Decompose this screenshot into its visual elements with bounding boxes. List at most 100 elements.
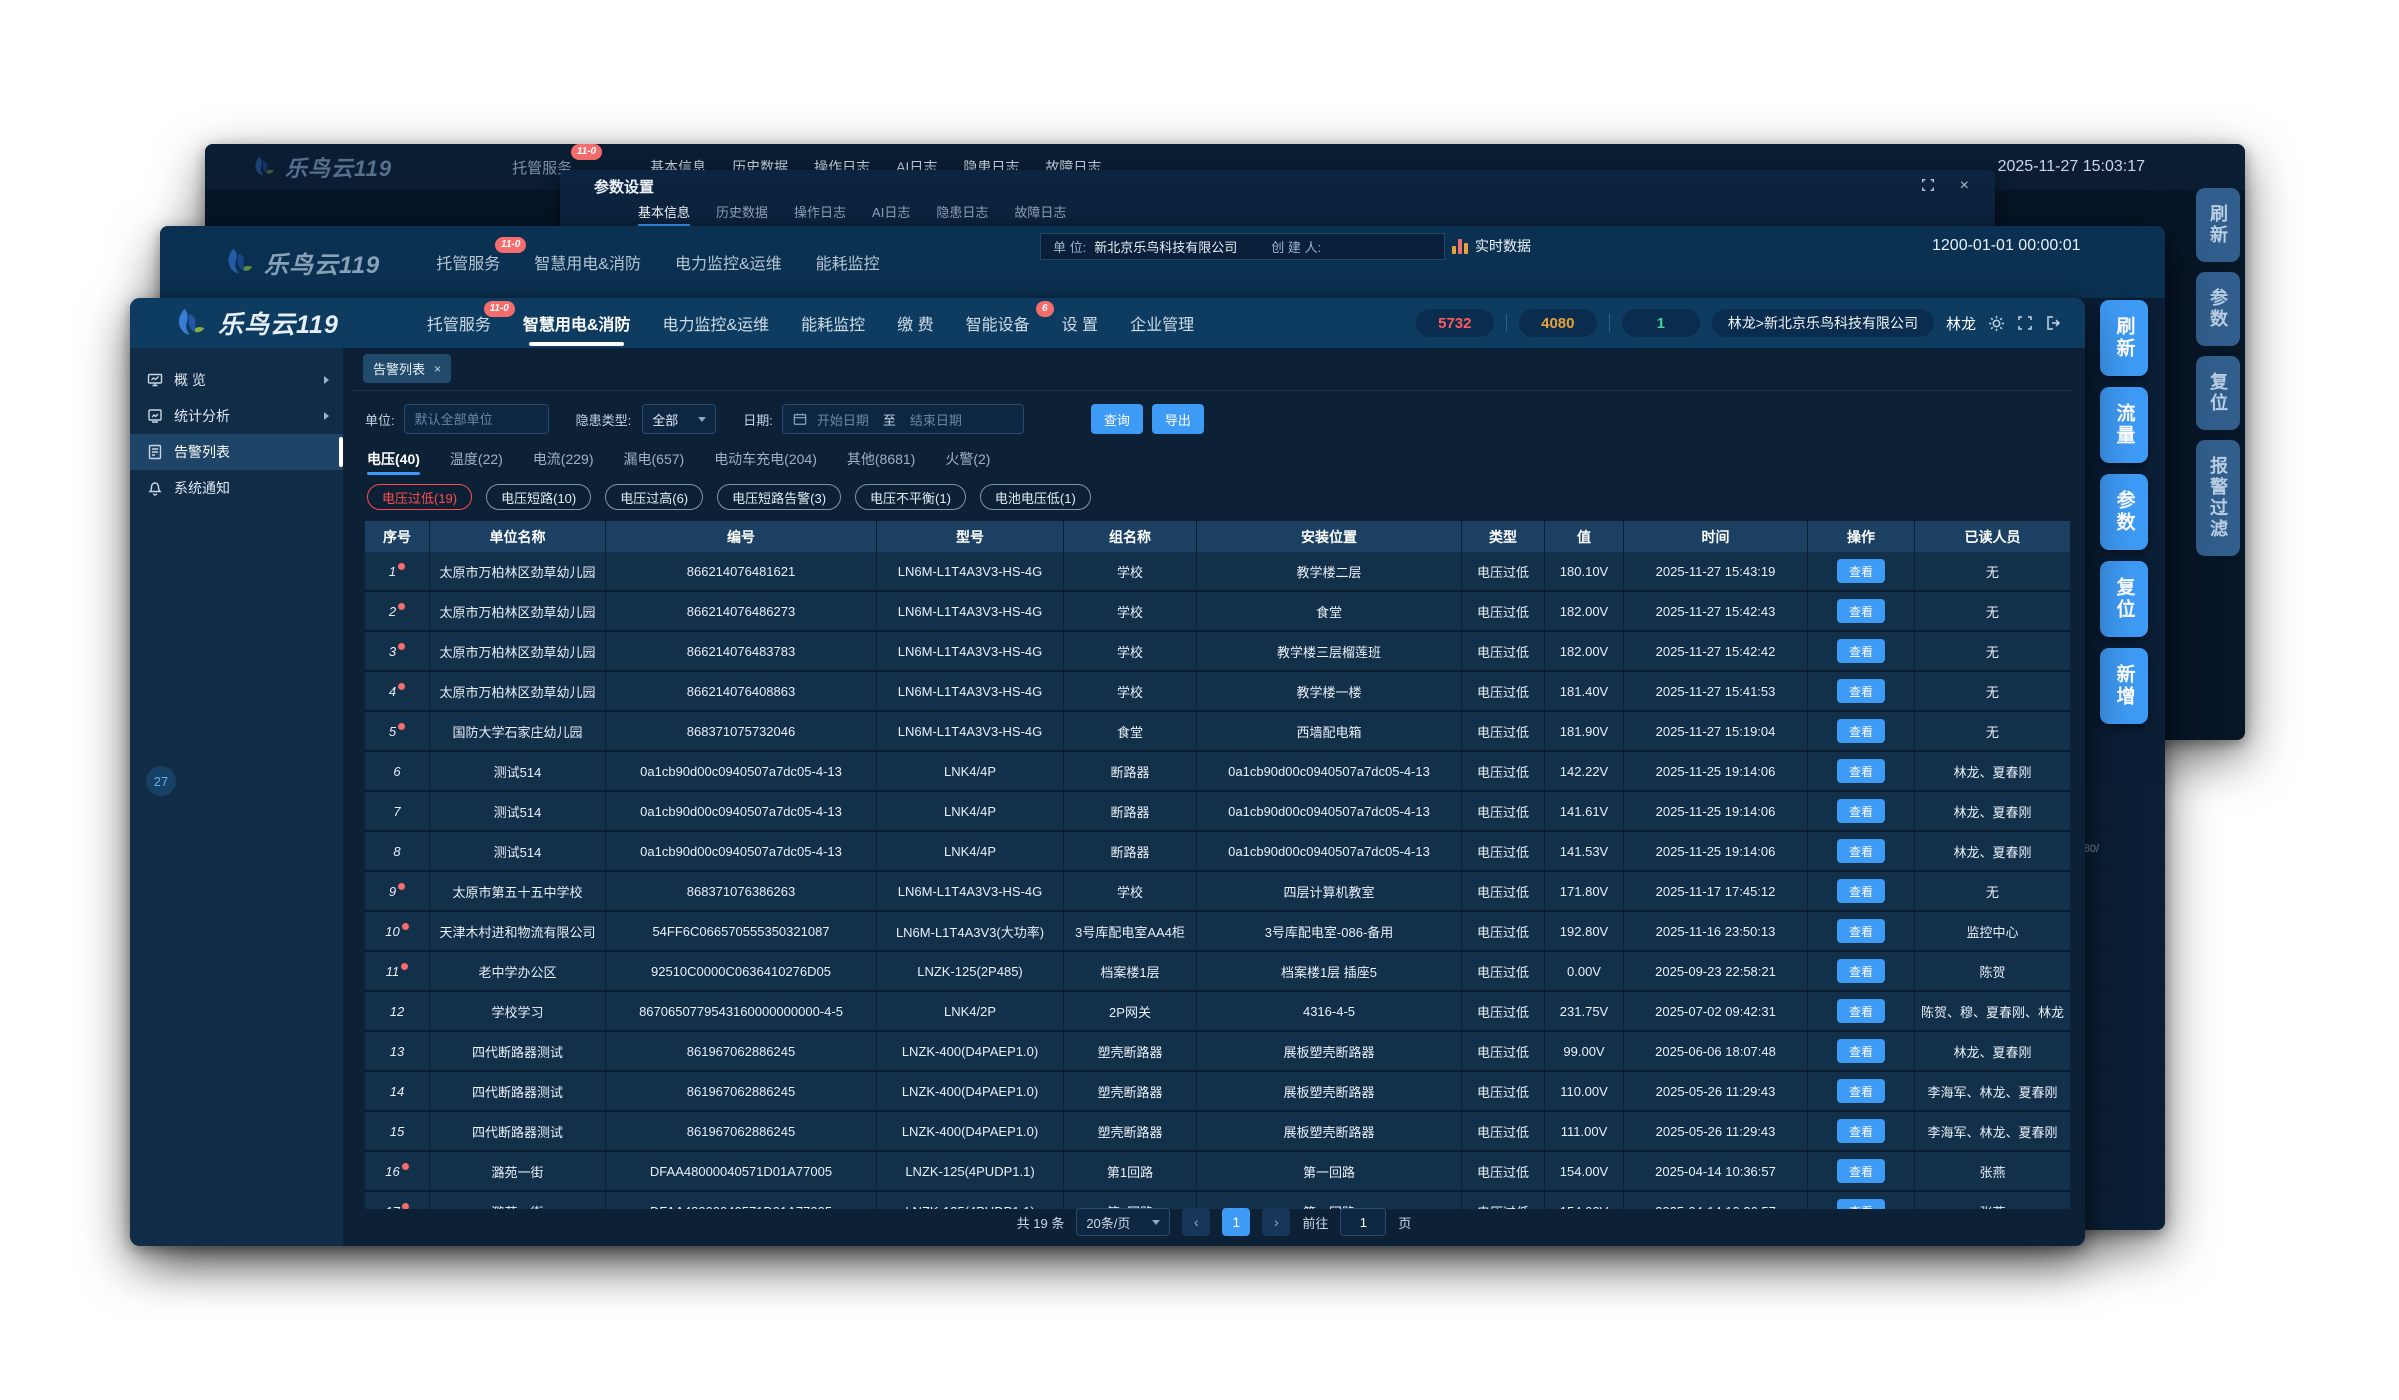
chevron-down-icon [698, 417, 706, 422]
page-size-select[interactable]: 20条/页 [1076, 1208, 1170, 1236]
table-row: 13 四代断路器测试 861967062886245 LNZK-400(D4PA… [365, 1032, 2070, 1072]
side-action-button[interactable]: 报警过滤 [2196, 440, 2240, 556]
middle-window-nav: 托管服务 11-0 智慧用电&消防 电力监控&运维 能耗监控 [436, 250, 879, 274]
fullscreen-icon[interactable] [2017, 315, 2034, 332]
view-button[interactable]: 查看 [1837, 599, 1885, 623]
col-header: 序号 [365, 521, 430, 552]
view-button[interactable]: 查看 [1837, 959, 1885, 983]
nav-item[interactable]: 智慧用电&消防 [534, 250, 641, 274]
export-button[interactable]: 导出 [1152, 404, 1204, 434]
side-action-button[interactable]: 复位 [2100, 561, 2148, 637]
bar-chart-icon [1452, 239, 1468, 254]
open-page-tabs: 告警列表 × [353, 354, 2071, 391]
type-filter-select[interactable]: 全部 [642, 404, 716, 434]
nav-item[interactable]: 电力监控&运维 [662, 298, 769, 348]
nav-item[interactable]: 托管服务 11-0 [427, 298, 491, 348]
view-button[interactable]: 查看 [1837, 1119, 1885, 1143]
middle-window-header: 乐鸟云119 托管服务 11-0 智慧用电&消防 电力监控&运维 [160, 226, 2165, 298]
dialog-tab[interactable]: 操作日志 [794, 202, 846, 226]
view-button[interactable]: 查看 [1837, 1079, 1885, 1103]
current-page[interactable]: 1 [1222, 1208, 1250, 1236]
dialog-close-icon[interactable]: × [1960, 178, 1969, 194]
subtype-chip[interactable]: 电池电压低(1) [980, 484, 1091, 510]
subtype-chip[interactable]: 电压过高(6) [605, 484, 703, 510]
side-action-button[interactable]: 新增 [2100, 648, 2148, 724]
table-row: 16 潞苑一街 DFAA48000040571D01A77005 LNZK-12… [365, 1152, 2070, 1192]
unread-dot [401, 963, 408, 970]
dialog-tab[interactable]: 历史数据 [716, 202, 768, 226]
middle-window-side-buttons: 刷新流量参数复位新增 [2100, 300, 2148, 724]
subtype-chip[interactable]: 电压不平衡(1) [855, 484, 966, 510]
category-tab[interactable]: 漏电(657) [624, 449, 685, 475]
back-window-timestamp: 2025-11-27 15:03:17 [1998, 158, 2145, 176]
table-row: 2 太原市万柏林区劲草幼儿园 866214076486273 LN6M-L1T4… [365, 592, 2070, 632]
close-icon[interactable]: × [434, 362, 441, 376]
settings-dialog-titlebar: 参数设置 × [560, 170, 1995, 202]
unit-filter-input[interactable] [404, 404, 549, 434]
nav-item[interactable]: 缴 费 [897, 298, 933, 348]
view-button[interactable]: 查看 [1837, 719, 1885, 743]
side-action-button[interactable]: 刷新 [2196, 188, 2240, 262]
subtype-chip[interactable]: 电压短路(10) [486, 484, 591, 510]
col-header: 型号 [877, 521, 1064, 552]
dialog-tab[interactable]: 隐患日志 [936, 202, 988, 226]
stat-badge-warnings[interactable]: 4080 [1519, 309, 1597, 337]
side-action-button[interactable]: 参数 [2100, 474, 2148, 550]
nav-item[interactable]: 设 置 [1062, 298, 1098, 348]
table-row: 4 太原市万柏林区劲草幼儿园 866214076408863 LN6M-L1T4… [365, 672, 2070, 712]
logout-icon[interactable] [2046, 315, 2063, 332]
view-button[interactable]: 查看 [1837, 839, 1885, 863]
stat-badge-notices[interactable]: 1 [1622, 309, 1700, 337]
sidebar-item-overview[interactable]: 概 览 [130, 362, 343, 398]
view-button[interactable]: 查看 [1837, 999, 1885, 1023]
alert-count-badge: 6 [1036, 301, 1054, 317]
prev-page-icon[interactable]: ‹ [1182, 1208, 1210, 1236]
org-breadcrumb[interactable]: 林龙>新北京乐鸟科技有限公司 [1712, 309, 1934, 337]
dialog-tab[interactable]: 基本信息 [638, 202, 690, 226]
view-button[interactable]: 查看 [1837, 919, 1885, 943]
search-button[interactable]: 查询 [1091, 404, 1143, 434]
brand-title: 乐鸟云119 [264, 245, 380, 280]
sidebar-corner-badge[interactable]: 27 [146, 766, 176, 796]
sidebar-item-system-notice[interactable]: 系统通知 [130, 470, 343, 506]
side-action-button[interactable]: 复位 [2196, 356, 2240, 430]
sidebar-item-alarm-list[interactable]: 告警列表 [130, 434, 343, 470]
sidebar-item-statistics[interactable]: 统计分析 [130, 398, 343, 434]
view-button[interactable]: 查看 [1837, 759, 1885, 783]
creator-label: 创 建 人: [1271, 237, 1321, 256]
gear-icon[interactable] [1988, 315, 2005, 332]
nav-item[interactable]: 能耗监控 [816, 250, 880, 274]
category-tab[interactable]: 电流(229) [533, 449, 594, 475]
stat-badge-alarms[interactable]: 5732 [1416, 309, 1494, 337]
side-action-button[interactable]: 流量 [2100, 387, 2148, 463]
goto-page-input[interactable] [1340, 1208, 1386, 1236]
view-button[interactable]: 查看 [1837, 1159, 1885, 1183]
dialog-tab[interactable]: 故障日志 [1014, 202, 1066, 226]
category-tab[interactable]: 电动车充电(204) [714, 449, 817, 475]
view-button[interactable]: 查看 [1837, 639, 1885, 663]
subtype-chip[interactable]: 电压短路告警(3) [717, 484, 841, 510]
category-tab[interactable]: 其他(8681) [847, 449, 915, 475]
view-button[interactable]: 查看 [1837, 799, 1885, 823]
nav-item[interactable]: 企业管理 [1130, 298, 1194, 348]
category-tab[interactable]: 火警(2) [945, 449, 990, 475]
side-action-button[interactable]: 刷新 [2100, 300, 2148, 376]
category-tab[interactable]: 电压(40) [367, 449, 420, 475]
next-page-icon[interactable]: › [1262, 1208, 1290, 1236]
nav-item[interactable]: 电力监控&运维 [675, 250, 782, 274]
nav-item[interactable]: 智慧用电&消防 [523, 298, 631, 348]
nav-item[interactable]: 托管服务 11-0 [436, 250, 500, 274]
view-button[interactable]: 查看 [1837, 679, 1885, 703]
side-action-button[interactable]: 参数 [2196, 272, 2240, 346]
nav-item[interactable]: 智能设备 6 [966, 298, 1030, 348]
category-tab[interactable]: 温度(22) [450, 449, 503, 475]
date-range-picker[interactable]: 开始日期 至 结束日期 [782, 404, 1024, 434]
view-button[interactable]: 查看 [1837, 879, 1885, 903]
view-button[interactable]: 查看 [1837, 559, 1885, 583]
page-tab-alarm-list[interactable]: 告警列表 × [363, 354, 451, 383]
view-button[interactable]: 查看 [1837, 1039, 1885, 1063]
nav-item[interactable]: 能耗监控 [801, 298, 865, 348]
dialog-tab[interactable]: AI日志 [872, 202, 910, 226]
dialog-fullscreen-icon[interactable] [1921, 178, 1938, 195]
subtype-chip[interactable]: 电压过低(19) [367, 484, 472, 510]
